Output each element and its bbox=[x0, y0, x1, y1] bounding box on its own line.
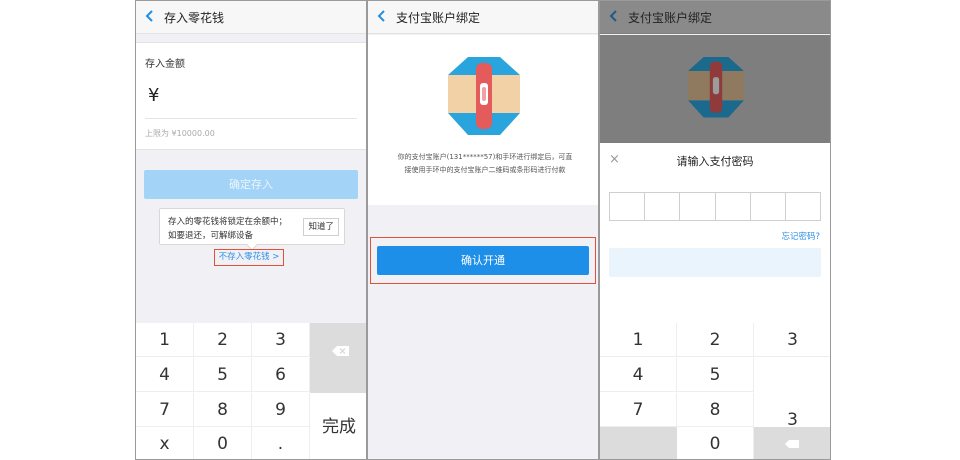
key-3[interactable]: 3 bbox=[754, 323, 830, 357]
numeric-keyboard: 1 2 3 4 5 6 7 8 9 x 0 . 完成 bbox=[136, 323, 366, 459]
key-5[interactable]: 5 bbox=[677, 358, 754, 392]
backspace-key[interactable] bbox=[754, 427, 830, 459]
description-line-2: 接使用手环中的支付宝账户二维码或条形码进行付款 bbox=[404, 166, 566, 174]
key-7[interactable]: 7 bbox=[600, 393, 677, 427]
key-8[interactable]: 8 bbox=[677, 393, 754, 427]
password-input[interactable] bbox=[609, 192, 821, 221]
deposit-screen: 存入零花钱 存入金额 ¥ 上限为 ¥10000.00 确定存入 存入的零花钱将锁… bbox=[135, 0, 367, 460]
key-2[interactable]: 2 bbox=[194, 323, 252, 357]
confirm-deposit-button[interactable]: 确定存入 bbox=[144, 170, 358, 199]
key-2[interactable]: 2 bbox=[677, 323, 754, 357]
back-arrow-icon[interactable] bbox=[606, 8, 622, 24]
backspace-icon bbox=[785, 440, 799, 448]
tooltip-text-1: 存入的零花钱将锁定在余额中； bbox=[168, 217, 288, 227]
key-5[interactable]: 5 bbox=[194, 358, 252, 392]
amount-label: 存入金额 bbox=[145, 59, 185, 70]
nav-bar: 支付宝账户绑定 bbox=[600, 1, 830, 34]
limit-hint: 上限为 ¥10000.00 bbox=[145, 129, 215, 138]
key-6[interactable]: 6 bbox=[252, 358, 310, 392]
back-arrow-icon[interactable] bbox=[374, 8, 390, 24]
divider bbox=[145, 118, 357, 119]
band-illustration bbox=[688, 57, 744, 118]
confirm-highlight: 确认开通 bbox=[370, 237, 596, 284]
password-sheet: × 请输入支付密码 忘记密码? bbox=[600, 143, 830, 323]
page-title: 支付宝账户绑定 bbox=[628, 11, 713, 25]
pin-cell bbox=[716, 193, 751, 220]
key-4[interactable]: 4 bbox=[600, 358, 677, 392]
amount-input[interactable]: ¥ bbox=[148, 85, 159, 106]
tooltip-text-2: 如要退还，可解绑设备 bbox=[168, 231, 254, 241]
backspace-key[interactable] bbox=[310, 323, 366, 393]
key-4[interactable]: 4 bbox=[136, 358, 194, 392]
bind-description: 你的支付宝账户(131******57)和手环进行绑定后，可直 接使用手环中的支… bbox=[382, 151, 588, 177]
pin-cell bbox=[680, 193, 716, 220]
back-arrow-icon[interactable] bbox=[142, 8, 158, 24]
alipay-bind-screen: 支付宝账户绑定 你的支付宝账户(131******57)和手环进行绑定后，可直 … bbox=[367, 0, 599, 460]
key-9[interactable]: 9 bbox=[252, 393, 310, 427]
page-title: 支付宝账户绑定 bbox=[396, 11, 481, 25]
key-1[interactable]: 1 bbox=[136, 323, 194, 357]
got-it-button[interactable]: 知道了 bbox=[303, 218, 339, 236]
backspace-icon bbox=[332, 346, 349, 356]
confirm-payment-button[interactable] bbox=[609, 248, 821, 277]
bind-content: 你的支付宝账户(131******57)和手环进行绑定后，可直 接使用手环中的支… bbox=[368, 35, 598, 205]
key-8[interactable]: 8 bbox=[194, 393, 252, 427]
empty-key bbox=[600, 427, 677, 459]
password-screen: 支付宝账户绑定 × 请输入支付密码 忘记密码? 1 2 3 4 5 7 8 3 … bbox=[599, 0, 831, 460]
sheet-title: 请输入支付密码 bbox=[676, 155, 754, 168]
key-1[interactable]: 1 bbox=[600, 323, 677, 357]
pin-cell bbox=[751, 193, 786, 220]
skip-deposit-link[interactable]: 不存入零花钱 > bbox=[214, 249, 284, 266]
page-title: 存入零花钱 bbox=[164, 11, 225, 25]
pin-cell bbox=[645, 193, 681, 220]
numeric-keyboard: 1 2 3 4 5 7 8 3 0 bbox=[600, 323, 830, 459]
confirm-open-button[interactable]: 确认开通 bbox=[377, 246, 589, 275]
pin-cell bbox=[610, 193, 646, 220]
done-key[interactable]: 完成 bbox=[310, 393, 366, 459]
key-dot[interactable]: . bbox=[252, 427, 310, 459]
key-3[interactable]: 3 bbox=[252, 323, 310, 357]
amount-card: 存入金额 ¥ 上限为 ¥10000.00 bbox=[136, 42, 366, 150]
dimmed-background bbox=[600, 35, 830, 143]
key-0[interactable]: 0 bbox=[677, 427, 754, 459]
tooltip: 存入的零花钱将锁定在余额中； 如要退还，可解绑设备 知道了 bbox=[159, 208, 345, 251]
nav-bar: 支付宝账户绑定 bbox=[368, 1, 598, 34]
key-7[interactable]: 7 bbox=[136, 393, 194, 427]
pin-cell bbox=[786, 193, 820, 220]
nav-bar: 存入零花钱 bbox=[136, 1, 366, 34]
key-0[interactable]: 0 bbox=[194, 427, 252, 459]
band-illustration bbox=[448, 57, 520, 135]
description-line-1: 你的支付宝账户(131******57)和手环进行绑定后，可直 bbox=[397, 153, 573, 161]
forgot-password-link[interactable]: 忘记密码? bbox=[781, 230, 820, 242]
key-x[interactable]: x bbox=[136, 427, 194, 459]
